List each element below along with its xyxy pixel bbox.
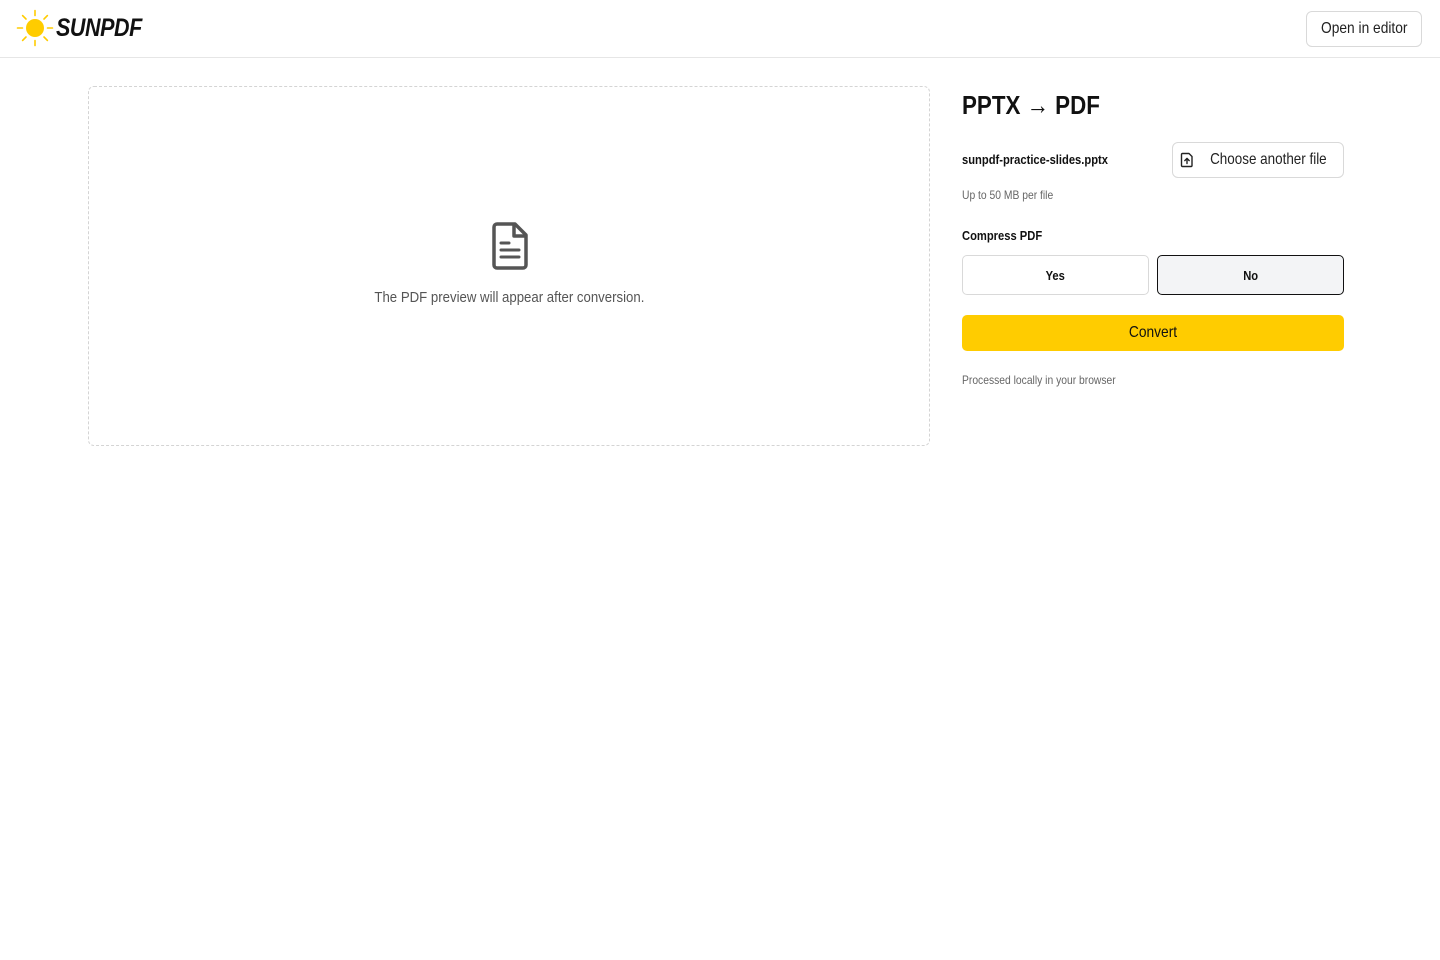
preview-message: The PDF preview will appear after conver… — [89, 289, 929, 306]
convert-label: Convert — [1128, 324, 1178, 341]
brand-logo[interactable]: SUNPDF — [16, 9, 156, 47]
choose-another-file-label: Choose another file — [1209, 151, 1327, 168]
compress-no-option[interactable]: No — [1157, 255, 1344, 295]
top-bar: SUNPDF Open in editor — [0, 0, 1440, 58]
file-upload-icon — [1180, 152, 1193, 168]
open-in-editor-button[interactable]: Open in editor — [1306, 11, 1422, 47]
compress-no-label: No — [1243, 267, 1258, 283]
file-size-limit: Up to 50 MB per file — [962, 188, 1054, 202]
brand-name: SUNPDF — [56, 13, 142, 42]
page-title: PPTX → PDF — [962, 90, 1100, 120]
processing-note: Processed locally in your browser — [962, 373, 1116, 387]
compress-yes-label: Yes — [1045, 267, 1066, 283]
choose-another-file-button[interactable]: Choose another file — [1172, 142, 1344, 178]
convert-button[interactable]: Convert — [962, 315, 1344, 351]
document-icon — [492, 222, 528, 270]
compress-pdf-label: Compress PDF — [962, 228, 1043, 243]
compress-yes-option[interactable]: Yes — [962, 255, 1149, 295]
preview-message-text: The PDF preview will appear after conver… — [374, 289, 644, 306]
selected-file-name: sunpdf-practice-slides.pptx — [962, 152, 1108, 167]
pdf-preview-area: The PDF preview will appear after conver… — [88, 86, 930, 446]
sun-icon — [16, 9, 54, 47]
open-in-editor-label: Open in editor — [1320, 20, 1408, 37]
